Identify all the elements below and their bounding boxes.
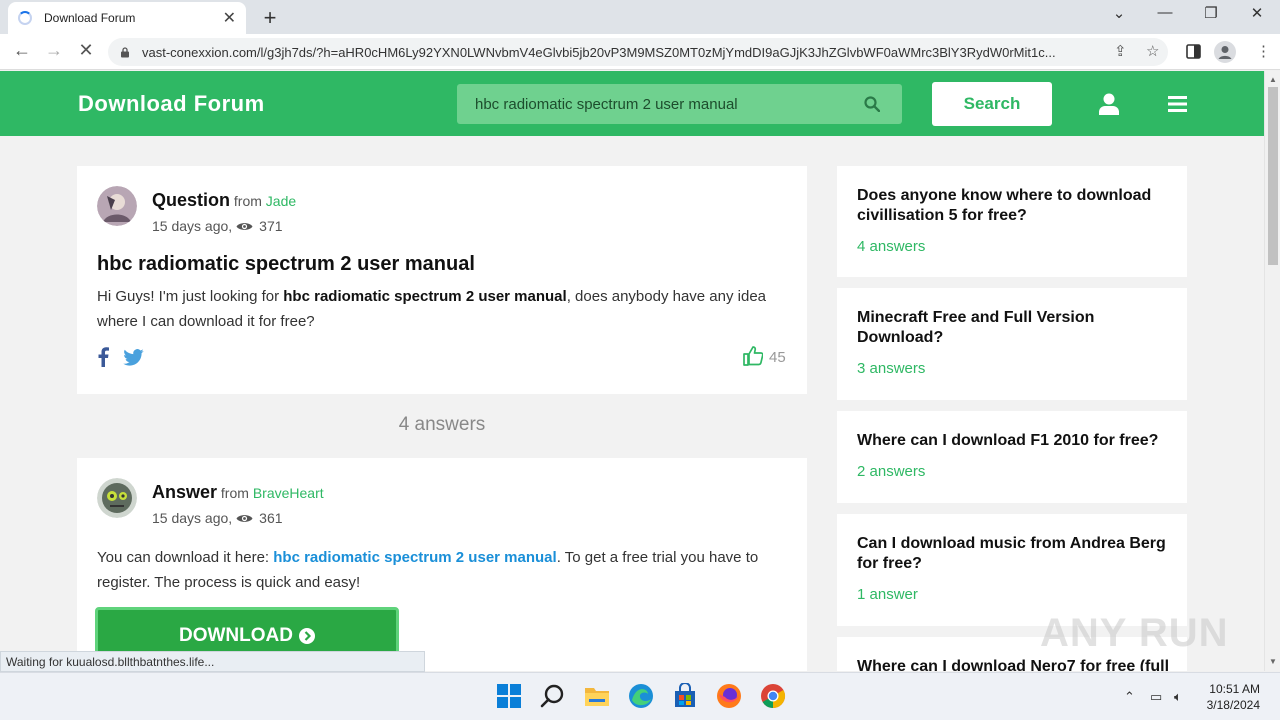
facebook-icon[interactable] [97, 346, 109, 367]
question-body: Hi Guys! I'm just looking for hbc radiom… [97, 284, 777, 334]
from-label: from [233, 193, 262, 209]
taskbar-clock[interactable]: 10:51 AM 3/18/2024 [1200, 681, 1260, 713]
windows-taskbar: ⌃ ▭ 🔈︎ 10:51 AM 3/18/2024 [0, 672, 1280, 720]
sidebar-answers-count[interactable]: 4 answers [857, 238, 1167, 255]
browser-menu-icon[interactable]: ⋮ [1256, 42, 1271, 60]
answer-age: 15 days ago, [152, 510, 233, 526]
answer-body: You can download it here: hbc radiomatic… [97, 545, 787, 595]
sidebar-question[interactable]: Minecraft Free and Full Version Download… [857, 308, 1167, 348]
search-button[interactable]: Search [932, 82, 1052, 126]
answer-author-line: Answer from BraveHeart [152, 482, 324, 503]
search-taskbar-icon[interactable] [540, 683, 566, 709]
firefox-icon[interactable] [716, 683, 742, 709]
clock-date: 3/18/2024 [1206, 698, 1260, 712]
answers-count-heading: 4 answers [398, 414, 486, 435]
question-role-label: Question [152, 190, 231, 210]
sidebar-question[interactable]: Can I download music from Andrea Berg fo… [857, 534, 1167, 574]
question-body-text: Hi Guys! I'm just looking for [97, 288, 284, 305]
tab-search-chevron-icon[interactable]: ⌄ [1104, 4, 1134, 22]
profile-avatar-icon[interactable] [1214, 41, 1236, 63]
sidebar-answers-count[interactable]: 1 answer [857, 586, 1167, 603]
share-icon[interactable]: ⇪ [1114, 42, 1127, 60]
arrow-circle-right-icon [298, 628, 315, 644]
search-box [457, 84, 902, 124]
browser-status-bar: Waiting for kuualosd.bllthbatnthes.life.… [0, 651, 425, 672]
question-author-line: Question from Jade [152, 190, 296, 211]
network-icon[interactable]: ▭ [1150, 689, 1162, 705]
answer-from-label: from [220, 485, 249, 501]
lock-icon [121, 46, 129, 57]
scroll-down-arrow-icon[interactable]: ▼ [1269, 657, 1277, 666]
forward-arrow-icon[interactable]: → [42, 40, 66, 61]
answer-body-text: You can download it here: [97, 549, 274, 566]
tab-close-icon[interactable]: ✕ [223, 8, 236, 28]
restore-icon[interactable]: ❐ [1196, 4, 1226, 22]
url-text: vast-conexxion.com/l/g3jh7ds/?h=aHR0cHM6… [142, 44, 1056, 60]
scroll-up-arrow-icon[interactable]: ▲ [1269, 75, 1277, 84]
twitter-icon[interactable] [123, 349, 144, 366]
volume-icon[interactable]: 🔈︎ [1174, 689, 1182, 705]
answer-download-link[interactable]: hbc radiomatic spectrum 2 user manual [273, 549, 556, 566]
bookmark-star-icon[interactable]: ☆ [1146, 42, 1159, 60]
answer-author-name[interactable]: BraveHeart [253, 485, 324, 501]
window-close-icon[interactable]: ✕ [1242, 4, 1272, 22]
like-count: 45 [769, 349, 786, 366]
question-title: hbc radiomatic spectrum 2 user manual [97, 253, 475, 275]
back-arrow-icon[interactable]: ← [10, 40, 34, 61]
scroll-thumb[interactable] [1268, 87, 1278, 265]
answer-meta: 15 days ago, 361 [152, 510, 283, 526]
answer-author-avatar [97, 478, 137, 518]
search-input[interactable] [475, 84, 855, 124]
tray-chevron-up-icon[interactable]: ⌃ [1124, 689, 1135, 705]
anyrun-watermark: ANY RUN [1040, 611, 1229, 655]
minimize-icon[interactable]: — [1150, 4, 1180, 21]
sidebar-question[interactable]: Where can I download Nero7 for free (ful… [857, 657, 1169, 671]
new-tab-button[interactable]: + [258, 5, 282, 31]
clock-time: 10:51 AM [1209, 682, 1260, 696]
file-explorer-icon[interactable] [584, 683, 610, 709]
address-bar[interactable]: vast-conexxion.com/l/g3jh7ds/?h=aHR0cHM6… [108, 38, 1168, 66]
user-icon[interactable] [1099, 93, 1119, 115]
eye-icon [236, 222, 253, 230]
sidebar-question[interactable]: Does anyone know where to download civil… [857, 186, 1167, 226]
question-body-bold: hbc radiomatic spectrum 2 user manual [283, 288, 567, 305]
sidebar-item[interactable]: Minecraft Free and Full Version Download… [837, 288, 1187, 400]
page-scrollbar[interactable]: ▲ ▼ [1264, 71, 1280, 671]
side-panel-icon[interactable] [1186, 44, 1201, 59]
loading-spinner-icon [18, 11, 32, 25]
site-logo-title[interactable]: Download Forum [78, 91, 265, 117]
answer-views: 361 [259, 510, 283, 526]
answer-eye-icon [236, 514, 253, 522]
sidebar-question[interactable]: Where can I download F1 2010 for free? [857, 431, 1167, 451]
hamburger-menu-icon[interactable] [1168, 96, 1187, 112]
chrome-icon[interactable] [760, 683, 786, 709]
edge-browser-icon[interactable] [628, 683, 654, 709]
answer-role-label: Answer [152, 482, 218, 502]
download-button-label: DOWNLOAD [179, 625, 293, 646]
sidebar-item[interactable]: Does anyone know where to download civil… [837, 166, 1187, 277]
sidebar-answers-count[interactable]: 2 answers [857, 463, 1167, 480]
search-icon[interactable] [864, 96, 880, 112]
browser-toolbar: ← → ✕ vast-conexxion.com/l/g3jh7ds/?h=aH… [0, 34, 1280, 70]
question-card: Question from Jade 15 days ago, 371 hbc … [77, 166, 807, 394]
question-meta: 15 days ago, 371 [152, 218, 283, 234]
question-author-name[interactable]: Jade [266, 193, 296, 209]
tab-title: Download Forum [44, 11, 136, 25]
browser-tab-strip: Download Forum ✕ + ⌄ — ❐ ✕ [0, 0, 1280, 34]
sidebar-item[interactable]: Where can I download F1 2010 for free? 2… [837, 411, 1187, 503]
microsoft-store-icon[interactable] [672, 683, 698, 709]
question-age: 15 days ago, [152, 218, 233, 234]
windows-start-icon[interactable] [496, 683, 522, 709]
answer-card: Answer from BraveHeart 15 days ago, 361 … [77, 458, 807, 671]
question-views: 371 [259, 218, 283, 234]
browser-tab[interactable]: Download Forum ✕ [8, 2, 246, 34]
stop-loading-icon[interactable]: ✕ [74, 40, 98, 61]
site-header: Download Forum Search [0, 71, 1264, 136]
author-avatar [97, 186, 137, 226]
sidebar-answers-count[interactable]: 3 answers [857, 360, 1167, 377]
thumbs-up-icon[interactable] [743, 346, 763, 366]
sidebar-item[interactable]: Can I download music from Andrea Berg fo… [837, 514, 1187, 626]
web-page: Download Forum Search Question from Jade… [0, 71, 1264, 671]
